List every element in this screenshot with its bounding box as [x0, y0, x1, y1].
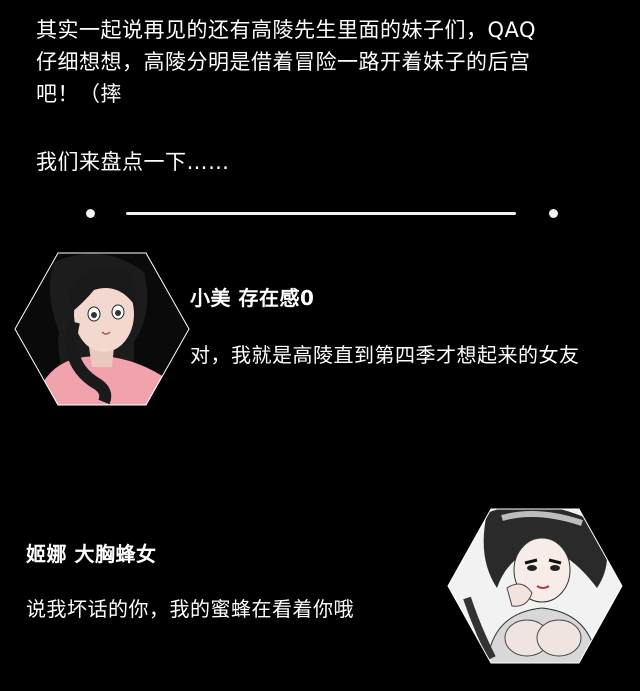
intro-line: 仔细想想，高陵分明是借着冒险一路开着妹子的后宫	[36, 50, 531, 74]
character-description: 对，我就是高陵直到第四季才想起来的女友	[190, 343, 580, 367]
divider-dot-left	[86, 209, 95, 218]
character-name: 小美 存在感0	[190, 286, 315, 310]
avatar-xiaomei	[14, 252, 190, 406]
intro-line: 其实一起说再见的还有高陵先生里面的妹子们，QAQ	[36, 18, 537, 42]
section-divider	[0, 204, 640, 224]
intro-closing: 我们来盘点一下……	[36, 150, 230, 174]
character-description: 说我坏话的你，我的蜜蜂在看着你哦	[26, 597, 354, 621]
character-name: 姬娜 大胸蜂女	[26, 542, 157, 566]
divider-line	[126, 212, 516, 215]
intro-line: 吧！（摔	[36, 82, 122, 106]
divider-dot-right	[549, 209, 558, 218]
avatar-jina	[447, 508, 623, 664]
intro-text: 其实一起说再见的还有高陵先生里面的妹子们，QAQ 仔细想想，高陵分明是借着冒险一…	[36, 14, 626, 178]
